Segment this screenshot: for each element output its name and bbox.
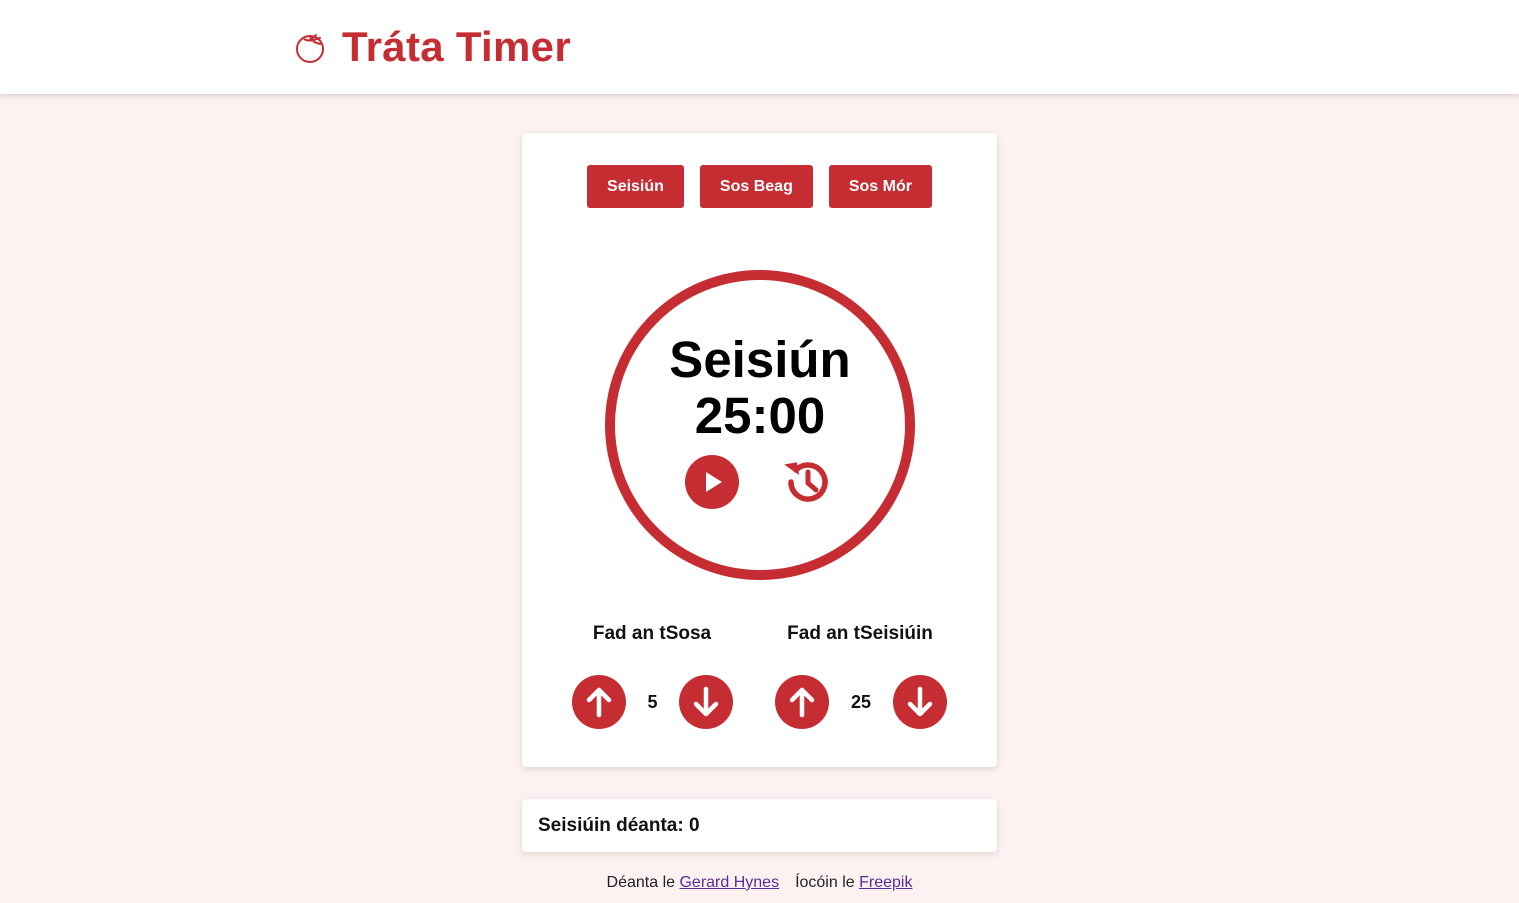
timer-display: 25:00 <box>694 387 826 444</box>
length-adjusters: Fad an tSosa 5 Fad an tSeisiúin 25 <box>522 623 997 743</box>
session-length-label: Fad an tSeisiúin <box>787 623 933 644</box>
timer-dial: Seisiún 25:00 <box>605 270 915 580</box>
session-length-row: 25 <box>775 675 947 729</box>
play-icon[interactable] <box>685 455 739 509</box>
author-link[interactable]: Gerard Hynes <box>679 874 779 891</box>
timer-mode-label: Seisiún <box>669 331 851 388</box>
break-length-row: 5 <box>572 675 733 729</box>
timer-controls <box>615 455 905 509</box>
brand: Tráta Timer <box>294 23 571 70</box>
break-decrement-arrow-down-icon[interactable] <box>679 675 733 729</box>
app-title: Tráta Timer <box>342 23 571 70</box>
icons-credit-prefix: Íocóin le <box>795 874 860 891</box>
top-bar: Tráta Timer <box>0 0 1519 94</box>
break-length-label: Fad an tSosa <box>592 623 712 644</box>
completed-sessions-text: Seisiúin déanta: 0 <box>538 814 700 836</box>
made-by-prefix: Déanta le <box>606 874 680 891</box>
history-reset-icon[interactable] <box>781 455 835 509</box>
timer-card: Seisiún Sos Beag Sos Mór Seisiún 25:00 F… <box>522 133 997 767</box>
freepik-link[interactable]: Freepik <box>859 874 912 891</box>
session-increment-arrow-up-icon[interactable] <box>775 675 829 729</box>
footer: Déanta le Gerard Hynes Íocóin le Freepik <box>0 874 1519 892</box>
short-break-button[interactable]: Sos Beag <box>699 165 813 208</box>
session-length-value: 25 <box>850 691 872 712</box>
break-length-value: 5 <box>647 691 658 712</box>
long-break-button[interactable]: Sos Mór <box>828 165 932 208</box>
session-mode-button[interactable]: Seisiún <box>587 165 684 208</box>
tomato-icon <box>296 34 324 63</box>
completed-sessions-panel: Seisiúin déanta: 0 <box>522 799 997 852</box>
mode-tabs: Seisiún Sos Beag Sos Mór <box>522 165 997 208</box>
break-increment-arrow-up-icon[interactable] <box>572 675 626 729</box>
session-decrement-arrow-down-icon[interactable] <box>893 675 947 729</box>
